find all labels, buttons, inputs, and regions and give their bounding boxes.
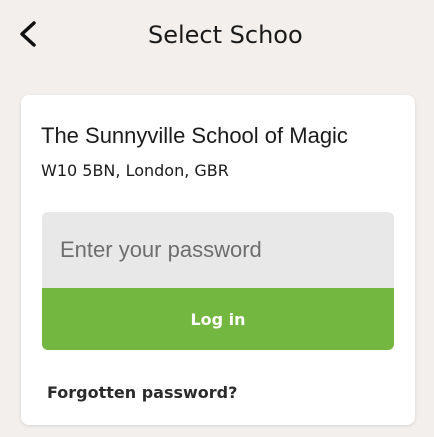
page-title-container: Select School bbox=[148, 18, 304, 52]
school-address: W10 5BN, London, GBR bbox=[41, 161, 229, 180]
password-input[interactable] bbox=[42, 212, 394, 288]
forgotten-password-link[interactable]: Forgotten password? bbox=[47, 383, 237, 402]
back-button[interactable] bbox=[10, 16, 46, 52]
school-name: The Sunnyville School of Magic bbox=[41, 123, 348, 148]
login-button[interactable]: Log in bbox=[42, 288, 394, 350]
chevron-left-icon bbox=[20, 21, 36, 47]
school-login-card: The Sunnyville School of Magic W10 5BN, … bbox=[21, 95, 415, 425]
navigation-bar: Select School bbox=[0, 0, 434, 80]
page-title: Select School bbox=[148, 21, 304, 49]
